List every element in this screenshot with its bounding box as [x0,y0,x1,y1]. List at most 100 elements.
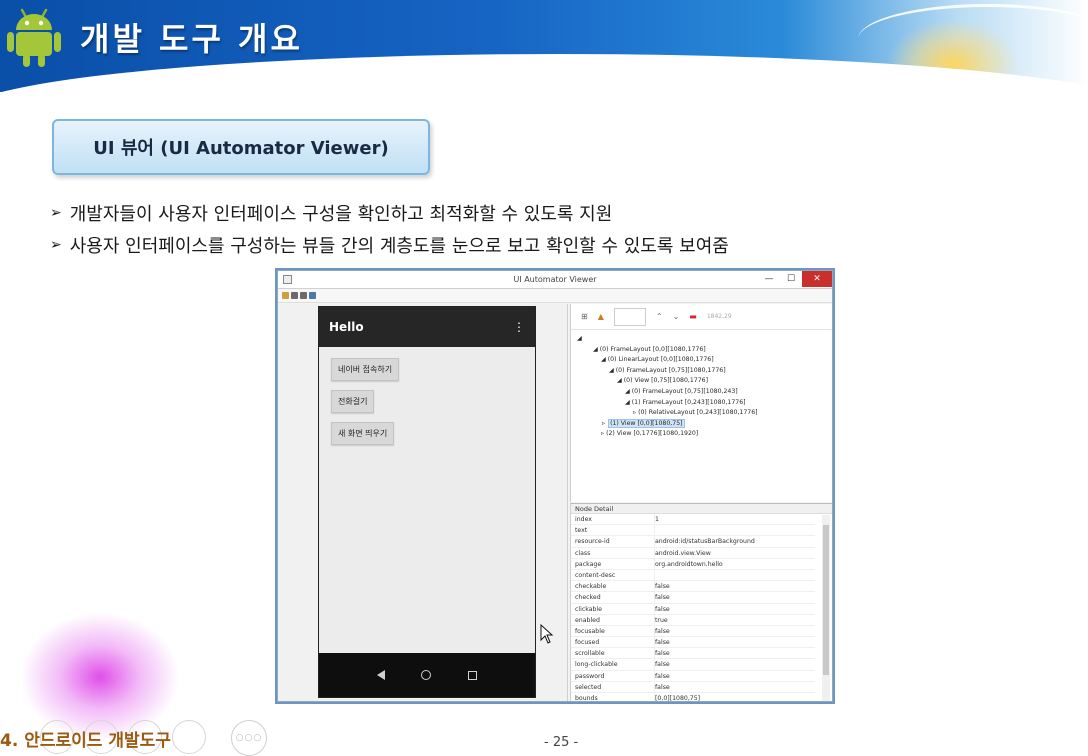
detail-row[interactable]: scrollable false [571,648,815,660]
tree-node-row[interactable]: ◢ (0) FrameLayout [0,0][1080,1776] [577,345,826,356]
app-title: Hello [329,320,364,334]
tree-expander-icon[interactable]: ◢ [617,377,624,384]
detail-row[interactable]: focused false [571,637,815,649]
home-icon[interactable] [421,670,432,680]
next-down-icon[interactable]: ⌄ [673,312,680,321]
open-folder-icon[interactable] [282,292,289,299]
detail-key: class [571,547,655,558]
detail-value: true [655,616,668,624]
node-detail-pane: Node Detail index 1 text resource-id android… [570,503,832,702]
scrollbar-thumb[interactable] [823,525,829,675]
tree-node-row[interactable]: ◢ (0) FrameLayout [0,75][1080,243] [577,387,826,398]
detail-key: focused [571,637,655,648]
app-content: 네이버 접속하기 전화걸기 새 화면 띄우기 [319,347,535,655]
ui-automator-window: UI Automator Viewer — ☐ ✕ Hello ⋮ 네이버 접속… [277,270,833,702]
tree-expander-icon[interactable]: ◢ [609,367,616,374]
detail-value: [0,0][1080,75] [655,695,701,702]
tree-node-row[interactable]: ◢ (0) FrameLayout [0,75][1080,1776] [577,366,826,377]
detail-key: clickable [571,603,655,614]
page-title: 개발 도구 개요 [80,20,303,58]
tree-node-row[interactable]: ▹ (0) RelativeLayout [0,243][1080,1776] [577,408,826,419]
detail-row[interactable]: long-clickable false [571,659,815,671]
detail-key: index [571,514,655,525]
bullet-item: ➢ 개발자들이 사용자 인터페이스 구성을 확인하고 최적화할 수 있도록 지원 [50,197,729,229]
detail-key: checked [571,592,655,603]
detail-row[interactable]: enabled true [571,614,815,626]
tree-node-row[interactable]: ◢ (0) View [0,75][1080,1776] [577,376,826,387]
device-screenshot-compressed-icon[interactable] [300,292,307,299]
tree-expander-icon[interactable]: ◢ [601,356,608,363]
tree-expander-icon[interactable]: ◢ [593,346,600,353]
tree-root-row[interactable]: ◢ [577,334,826,345]
detail-key: scrollable [571,648,655,659]
new-screen-button[interactable]: 새 화면 띄우기 [331,422,395,445]
detail-row[interactable]: clickable false [571,603,815,615]
bullet-arrow-icon: ➢ [50,237,62,253]
window-title: UI Automator Viewer [513,275,597,284]
phone-screen[interactable]: Hello ⋮ 네이버 접속하기 전화걸기 새 화면 띄우기 [318,306,536,698]
app-action-bar: Hello ⋮ [319,307,535,347]
tree-node-row[interactable]: ◢ (1) FrameLayout [0,243][1080,1776] [577,398,826,409]
detail-row[interactable]: selected false [571,681,815,693]
detail-key: focusable [571,625,655,637]
save-icon[interactable] [309,292,316,299]
tree-node-label: (0) LinearLayout [0,0][1080,1776] [607,356,714,364]
tree-list: ◢ ◢ (0) FrameLayout [0,0][1080,1776] ◢ (0… [571,330,832,444]
detail-row[interactable]: checked false [571,592,815,604]
detail-row[interactable]: class android.view.View [571,547,815,559]
detail-key: bounds [571,693,655,701]
maximize-button[interactable]: ☐ [780,271,802,287]
node-detail-heading: Node Detail [571,504,832,514]
tree-node-label: (0) FrameLayout [0,75][1080,243] [631,387,738,395]
detail-row[interactable]: password false [571,670,815,682]
detail-value: false [655,583,670,591]
tree-node-row[interactable]: ▹ (1) View [0,0][1080,75] [577,418,826,430]
back-icon[interactable] [377,670,386,680]
minimize-button[interactable]: — [758,271,780,287]
detail-value: false [655,661,670,669]
detail-key: package [571,558,655,569]
tree-expander-icon[interactable]: ◢ [625,388,632,395]
tree-search-field[interactable] [613,307,646,326]
footer-circle [172,720,206,754]
bullet-arrow-icon: ➢ [50,205,62,221]
prev-up-icon[interactable]: ⌃ [656,312,663,321]
window-controls: — ☐ ✕ [758,271,832,287]
detail-row[interactable]: content-desc [571,569,815,582]
detail-key: text [571,525,655,536]
detail-scrollbar[interactable] [822,515,830,701]
remove-icon[interactable]: ▬ [689,312,697,321]
detail-row[interactable]: package org.androidtown.hello [571,558,815,570]
detail-row[interactable]: index 1 [571,514,815,526]
tree-node-row[interactable]: ▹ (2) View [0,1776][1080,1920] [577,429,826,440]
detail-row[interactable]: checkable false [571,581,815,593]
detail-row[interactable]: text [571,525,815,537]
warning-icon[interactable]: ▲ [598,312,604,321]
detail-value: false [655,683,670,691]
detail-row[interactable]: bounds [0,0][1080,75] [571,693,815,702]
overflow-menu-icon[interactable]: ⋮ [513,320,525,334]
expand-all-icon[interactable]: ⊞ [581,312,588,321]
naver-connect-button[interactable]: 네이버 접속하기 [331,358,400,381]
detail-value: false [655,650,670,658]
call-button[interactable]: 전화걸기 [331,390,375,413]
recent-apps-icon[interactable] [467,670,477,680]
detail-row[interactable]: resource-id android:id/statusBarBackgroun… [571,536,815,548]
tree-node-label: (2) View [0,1776][1080,1920] [606,430,699,438]
tree-toolbar: ⊞ ▲ ⌃ ⌄ ▬ 1842,29 [571,304,832,330]
detail-value: false [655,605,670,613]
bullet-text: 개발자들이 사용자 인터페이스 구성을 확인하고 최적화할 수 있도록 지원 [69,204,613,225]
detail-value: false [655,639,670,647]
detail-row[interactable]: focusable false [571,625,815,638]
device-screenshot-icon[interactable] [291,292,298,299]
tree-node-label: (0) FrameLayout [0,0][1080,1776] [599,345,706,353]
detail-key: content-desc [571,569,655,581]
tree-node-row[interactable]: ◢ (0) LinearLayout [0,0][1080,1776] [577,355,826,366]
tree-node-label: (0) FrameLayout [0,75][1080,1776] [615,366,726,374]
detail-key: enabled [571,614,655,625]
page-number: - 25 - [544,735,579,750]
tree-expander-icon[interactable]: ◢ [625,399,632,406]
window-toolbar [278,289,832,303]
detail-value: false [655,594,670,602]
close-button[interactable]: ✕ [802,271,832,287]
